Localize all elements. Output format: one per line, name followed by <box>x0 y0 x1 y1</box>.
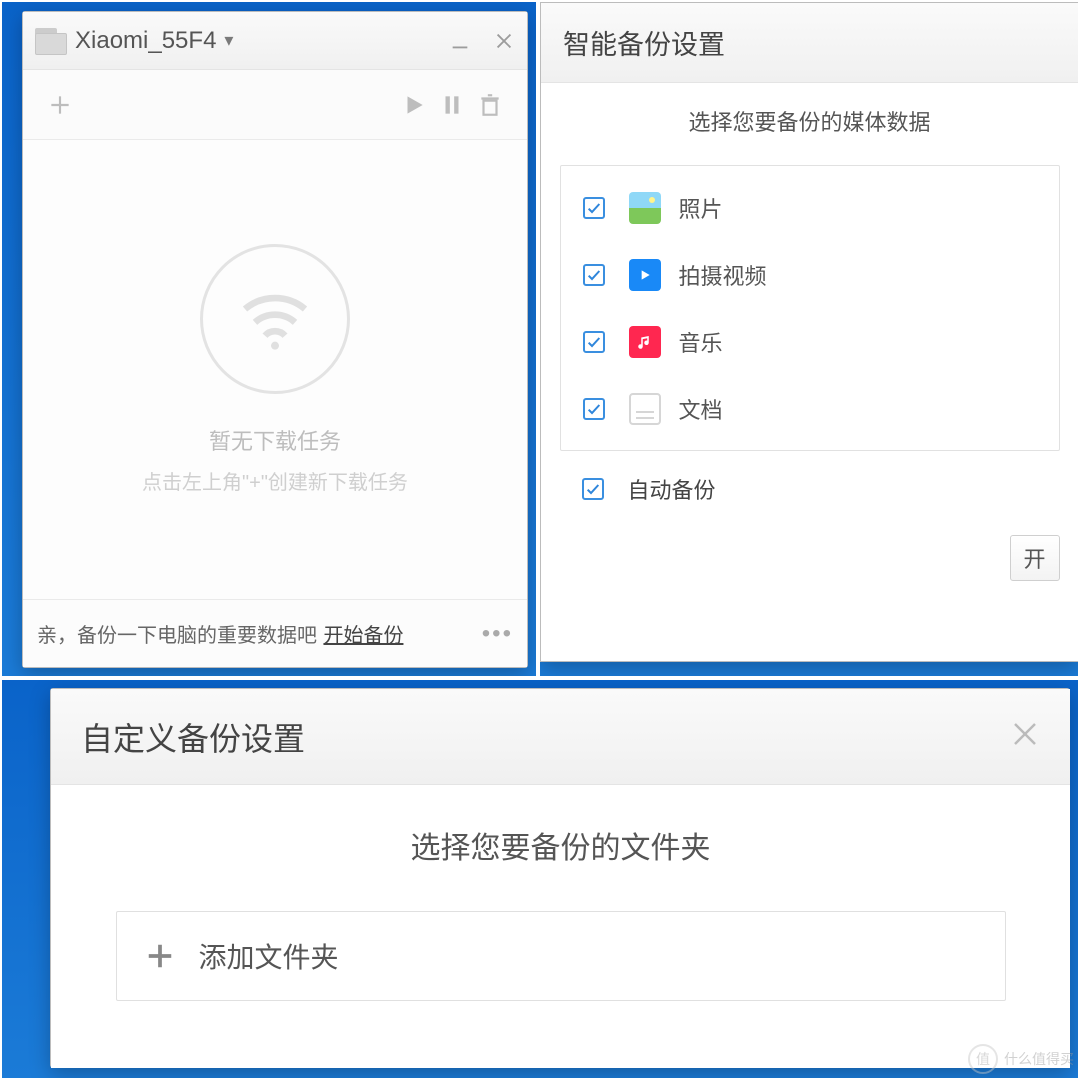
media-row-video[interactable]: 拍摄视频 <box>561 241 1059 308</box>
bottom-bar: 亲，备份一下电脑的重要数据吧 开始备份 ••• <box>23 599 527 667</box>
media-row-music[interactable]: 音乐 <box>561 308 1059 375</box>
photo-icon <box>629 192 661 224</box>
smart-backup-window: 智能备份设置 选择您要备份的媒体数据 照片 拍摄视频 <box>540 2 1078 662</box>
minimize-button[interactable] <box>449 30 471 52</box>
more-button[interactable]: ••• <box>482 620 513 648</box>
media-row-docs[interactable]: 文档 <box>561 375 1059 442</box>
section-heading: 选择您要备份的文件夹 <box>411 823 711 867</box>
titlebar: 自定义备份设置 <box>51 689 1070 785</box>
music-icon <box>629 326 661 358</box>
checkbox-video[interactable] <box>583 264 605 286</box>
auto-backup-label: 自动备份 <box>628 473 716 505</box>
window-title: 智能备份设置 <box>563 23 725 62</box>
media-label: 拍摄视频 <box>679 259 767 291</box>
backup-hint-text: 亲，备份一下电脑的重要数据吧 <box>37 619 317 648</box>
titlebar: 智能备份设置 <box>541 3 1078 83</box>
device-title[interactable]: Xiaomi_55F4 <box>75 27 216 55</box>
empty-subtitle: 点击左上角"+"创建新下载任务 <box>142 466 408 495</box>
add-folder-button[interactable]: 添加文件夹 <box>117 912 1005 1000</box>
custom-backup-window: 自定义备份设置 选择您要备份的文件夹 添加文件夹 <box>50 688 1070 1068</box>
add-task-button[interactable] <box>41 86 79 124</box>
empty-title: 暂无下载任务 <box>209 424 341 456</box>
add-folder-label: 添加文件夹 <box>199 936 339 976</box>
folder-icon <box>35 28 65 54</box>
video-icon <box>629 259 661 291</box>
media-label: 音乐 <box>679 326 723 358</box>
auto-backup-row[interactable]: 自动备份 <box>560 473 1060 505</box>
window-title: 自定义备份设置 <box>81 714 305 760</box>
checkbox-photos[interactable] <box>583 197 605 219</box>
titlebar: Xiaomi_55F4 ▾ <box>23 12 527 70</box>
close-button[interactable] <box>493 30 515 52</box>
play-button[interactable] <box>395 86 433 124</box>
wifi-icon <box>200 244 350 394</box>
media-label: 照片 <box>679 192 723 224</box>
section-heading: 选择您要备份的媒体数据 <box>688 105 930 137</box>
folder-list: 添加文件夹 <box>116 911 1006 1001</box>
media-list: 照片 拍摄视频 音乐 文档 <box>560 165 1060 451</box>
checkbox-docs[interactable] <box>583 398 605 420</box>
delete-button[interactable] <box>471 86 509 124</box>
media-row-photos[interactable]: 照片 <box>561 174 1059 241</box>
download-window: Xiaomi_55F4 ▾ <box>22 11 528 668</box>
start-backup-link[interactable]: 开始备份 <box>323 619 403 648</box>
start-button-label: 开 <box>1023 542 1045 574</box>
document-icon <box>629 393 661 425</box>
plus-icon <box>145 941 175 971</box>
pause-button[interactable] <box>433 86 471 124</box>
close-button[interactable] <box>1010 719 1040 754</box>
toolbar <box>23 70 527 140</box>
empty-state: 暂无下载任务 点击左上角"+"创建新下载任务 <box>23 140 527 599</box>
checkbox-music[interactable] <box>583 331 605 353</box>
start-button[interactable]: 开 <box>1010 535 1060 581</box>
checkbox-auto[interactable] <box>582 478 604 500</box>
chevron-down-icon[interactable]: ▾ <box>224 30 233 51</box>
media-label: 文档 <box>679 393 723 425</box>
